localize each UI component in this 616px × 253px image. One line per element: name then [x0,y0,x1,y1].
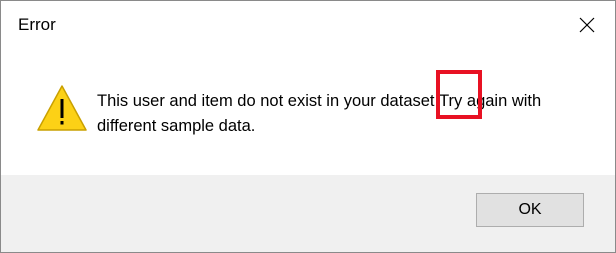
error-dialog: Error This user and item do not exist in… [0,0,616,253]
dialog-footer: OK [1,175,615,252]
dialog-content: This user and item do not exist in your … [1,49,615,175]
title-bar: Error [1,1,615,49]
dialog-title: Error [18,15,56,34]
close-button[interactable] [559,1,615,49]
error-message: This user and item do not exist in your … [97,92,542,135]
close-icon [579,17,595,33]
ok-button[interactable]: OK [476,193,584,227]
warning-icon [37,85,87,131]
